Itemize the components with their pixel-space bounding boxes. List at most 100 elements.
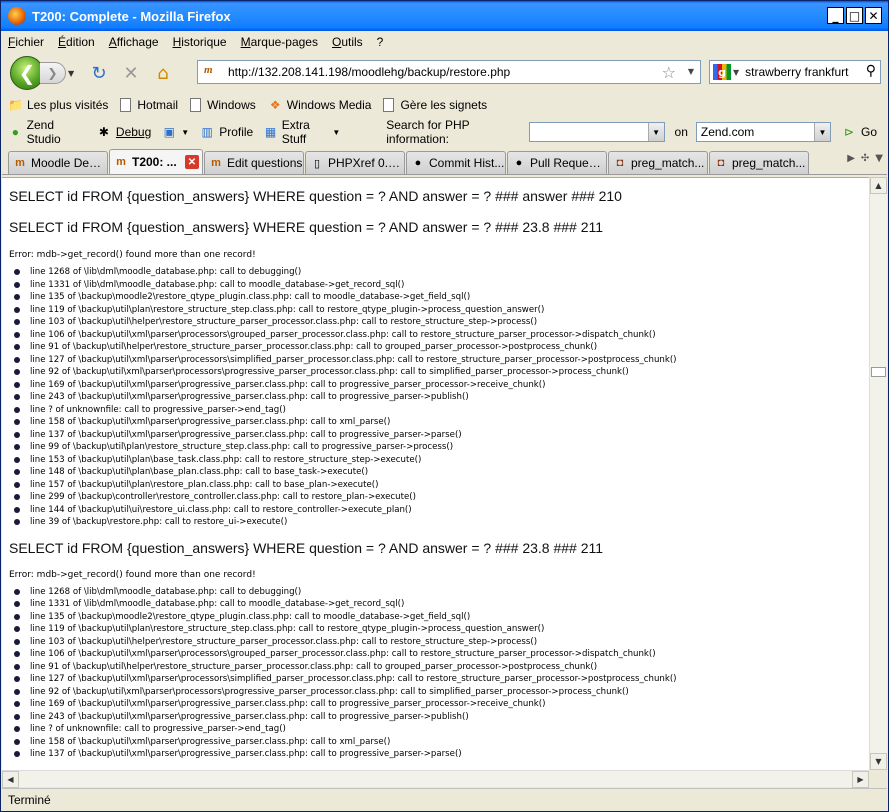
maximize-button[interactable]: □ bbox=[846, 7, 863, 24]
stack-trace-item: line 158 of \backup\util\xml\parser\prog… bbox=[14, 416, 869, 429]
menu-fichier[interactable]: Fichier bbox=[8, 35, 44, 49]
bookmark-windows[interactable]: Windows bbox=[190, 98, 256, 112]
tab-preg-match-2[interactable]: ◘ preg_match... bbox=[709, 151, 809, 174]
profile-button[interactable]: ▥ Profile bbox=[199, 124, 254, 140]
stack-trace-item: line 157 of \backup\util\plan\restore_pl… bbox=[14, 479, 869, 492]
scroll-down-icon[interactable]: ▼ bbox=[870, 753, 887, 770]
extra-stuff-button[interactable]: ▦ Extra Stuff ▼ bbox=[263, 118, 340, 146]
history-dropdown-icon[interactable]: ▼ bbox=[68, 69, 80, 78]
stack-trace-item: line 169 of \backup\util\xml\parser\prog… bbox=[14, 698, 869, 711]
search-bar[interactable]: g ▼ ⚲ bbox=[709, 60, 881, 84]
tab-edit-questions[interactable]: m Edit questions bbox=[204, 151, 304, 174]
bookmark-windows-media[interactable]: ❖ Windows Media bbox=[268, 98, 372, 113]
stack-trace-item: line 1331 of \lib\dml\moodle_database.ph… bbox=[14, 279, 869, 292]
reload-icon[interactable]: ↻ bbox=[86, 60, 112, 86]
stack-trace-item: line 243 of \backup\util\xml\parser\prog… bbox=[14, 391, 869, 404]
tab-pull-request[interactable]: ● Pull Request... bbox=[507, 151, 607, 174]
go-arrow-icon: ⊳ bbox=[843, 125, 855, 139]
vertical-scrollbar[interactable]: ▲ ▼ bbox=[869, 177, 887, 770]
dropdown-arrow-icon[interactable]: ▼ bbox=[647, 123, 664, 141]
scroll-right-icon[interactable]: ▶ bbox=[852, 771, 869, 788]
bookmark-most-visited[interactable]: 📁 Les plus visités bbox=[8, 98, 108, 113]
forward-button[interactable]: ❯ bbox=[40, 62, 66, 84]
url-bar[interactable]: m ☆ ▼ bbox=[197, 60, 701, 84]
scroll-up-icon[interactable]: ▲ bbox=[870, 177, 887, 194]
scroll-left-icon[interactable]: ◀ bbox=[2, 771, 19, 788]
minimize-button[interactable]: _ bbox=[827, 7, 844, 24]
page-icon bbox=[190, 98, 202, 112]
sql-debug-line: SELECT id FROM {question_answers} WHERE … bbox=[9, 219, 604, 235]
google-engine-icon[interactable]: g bbox=[713, 64, 731, 80]
stop-icon[interactable]: ✕ bbox=[118, 60, 144, 86]
moodle-favicon: m bbox=[116, 156, 126, 168]
bookmark-star-icon[interactable]: ☆ bbox=[662, 63, 676, 82]
image-icon: ▣ bbox=[163, 125, 175, 139]
tab-moodle-demo[interactable]: m Moodle Dem... bbox=[8, 151, 108, 174]
close-tab-icon[interactable]: ✕ bbox=[185, 155, 199, 169]
scroll-thumb[interactable] bbox=[871, 367, 886, 377]
tab-preg-match-1[interactable]: ◘ preg_match... bbox=[608, 151, 708, 174]
url-dropdown-icon[interactable]: ▼ bbox=[688, 67, 694, 76]
stack-trace-item: line 99 of \backup\util\plan\restore_str… bbox=[14, 441, 869, 454]
tab-bar: m Moodle Dem... m T200: ... ✕ m Edit questio… bbox=[2, 149, 887, 175]
sql-debug-line: SELECT id FROM {question_answers} WHERE … bbox=[9, 188, 622, 204]
tab-dropdown-icon[interactable]: ▼ bbox=[875, 153, 883, 164]
dropdown-arrow-icon[interactable]: ▼ bbox=[813, 123, 830, 141]
url-input[interactable] bbox=[228, 65, 648, 79]
stack-trace-item: line 92 of \backup\util\xml\parser\proce… bbox=[14, 366, 869, 379]
menu-marque-pages[interactable]: Marque-pages bbox=[241, 35, 318, 49]
engine-dropdown-icon[interactable]: ▼ bbox=[733, 68, 739, 77]
horizontal-scrollbar[interactable]: ◀ ▶ bbox=[2, 770, 869, 788]
menu-affichage[interactable]: Affichage bbox=[109, 35, 159, 49]
search-input[interactable] bbox=[745, 65, 856, 79]
back-button[interactable]: ❮ bbox=[10, 56, 44, 90]
moodle-favicon: m bbox=[15, 157, 25, 169]
bookmark-manage[interactable]: Gère les signets bbox=[383, 98, 487, 112]
profile-chart-icon: ▥ bbox=[201, 125, 213, 139]
php-search-input[interactable]: ▼ bbox=[529, 122, 665, 142]
stack-trace-item: line 1331 of \lib\dml\moodle_database.ph… bbox=[14, 598, 869, 611]
title-bar[interactable]: T200: Complete - Mozilla Firefox _ □ ✕ bbox=[1, 1, 888, 31]
bookmarks-toolbar: 📁 Les plus visités Hotmail Windows ❖ Windo… bbox=[2, 93, 887, 117]
search-icon[interactable]: ⚲ bbox=[866, 63, 876, 79]
zend-studio-button[interactable]: ● Zend Studio bbox=[8, 118, 86, 146]
stack-trace-item: line 153 of \backup\util\plan\base_task.… bbox=[14, 454, 869, 467]
stack-trace-item: line 148 of \backup\util\plan\base_plan.… bbox=[14, 466, 869, 479]
stack-trace-item: line 106 of \backup\util\xml\parser\proc… bbox=[14, 329, 869, 342]
stack-trace-item: line 39 of \backup\restore.php: call to … bbox=[14, 516, 869, 529]
tab-t200-active[interactable]: m T200: ... ✕ bbox=[109, 149, 203, 174]
site-favicon: m bbox=[204, 64, 213, 76]
stack-trace-item: line 158 of \backup\util\xml\parser\prog… bbox=[14, 736, 869, 749]
github-icon: ● bbox=[414, 157, 422, 169]
stack-trace-item: line 299 of \backup\controller\restore_c… bbox=[14, 491, 869, 504]
close-button[interactable]: ✕ bbox=[865, 7, 882, 24]
menu-historique[interactable]: Historique bbox=[173, 35, 227, 49]
page-icon bbox=[383, 98, 395, 112]
site-select[interactable]: Zend.com ▼ bbox=[695, 122, 831, 142]
tab-list-icon[interactable]: ✣ bbox=[861, 153, 869, 164]
menu-edition[interactable]: Édition bbox=[58, 35, 95, 49]
php-favicon: ◘ bbox=[717, 157, 725, 169]
go-button[interactable]: ⊳ Go bbox=[841, 124, 877, 140]
windows-logo-icon: ❖ bbox=[269, 98, 281, 112]
folder-icon: 📁 bbox=[8, 98, 23, 112]
stack-trace-item: line 137 of \backup\util\xml\parser\prog… bbox=[14, 748, 869, 761]
screen-capture-button[interactable]: ▣ ▼ bbox=[161, 124, 190, 140]
menu-help[interactable]: ? bbox=[377, 35, 384, 49]
tab-scroll-right-icon[interactable]: ▶ bbox=[847, 153, 855, 164]
bookmark-hotmail[interactable]: Hotmail bbox=[120, 98, 178, 112]
stack-trace-item: line 91 of \backup\util\helper\restore_s… bbox=[14, 341, 869, 354]
status-text: Terminé bbox=[8, 793, 51, 807]
status-bar: Terminé bbox=[2, 788, 887, 811]
menu-bar: Fichier Édition Affichage Historique Mar… bbox=[2, 31, 887, 53]
stack-trace-item: line 103 of \backup\util\helper\restore_… bbox=[14, 636, 869, 649]
tab-commit-history[interactable]: ● Commit Hist... bbox=[406, 151, 506, 174]
menu-outils[interactable]: Outils bbox=[332, 35, 363, 49]
stack-trace-item: line ? of unknownfile: call to progressi… bbox=[14, 723, 869, 736]
tab-phpxref[interactable]: ▯ PHPXref 0.7... bbox=[305, 151, 405, 174]
sql-debug-line: SELECT id FROM {question_answers} WHERE … bbox=[9, 539, 604, 556]
home-icon[interactable]: ⌂ bbox=[150, 60, 176, 86]
debug-button[interactable]: ✱ Debug bbox=[96, 124, 151, 140]
zend-logo-icon: ● bbox=[11, 125, 19, 139]
php-favicon: ◘ bbox=[616, 157, 624, 169]
